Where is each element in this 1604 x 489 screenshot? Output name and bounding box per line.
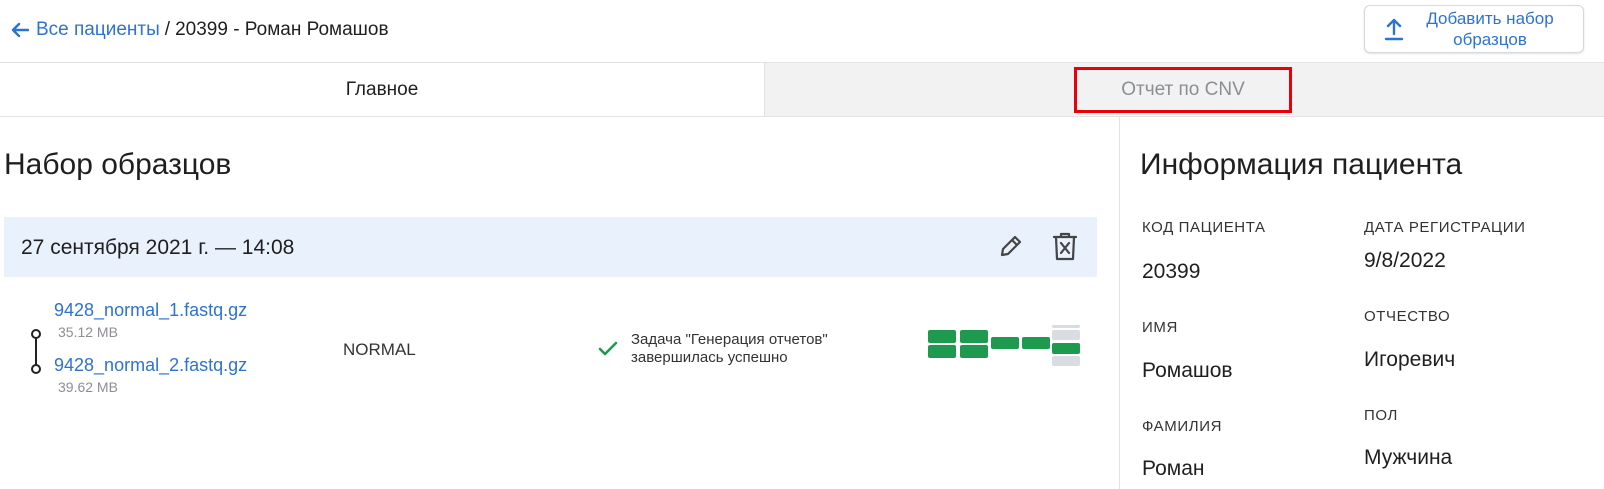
patient-info-title: Информация пациента (1140, 148, 1463, 181)
task-status: Задача "Генерация отчетов" завершилась у… (631, 331, 891, 367)
upload-icon (1384, 18, 1404, 41)
file-item: 9428_normal_2.fastq.gz 39.62 MB (54, 355, 247, 395)
file-size: 39.62 MB (58, 379, 118, 395)
patient-code-label: КОД ПАЦИЕНТА (1142, 219, 1266, 236)
tab-main-label: Главное (345, 78, 419, 100)
sample-type: NORMAL (343, 340, 416, 359)
file-size: 35.12 MB (58, 324, 118, 340)
breadcrumb: Все пациенты / 20399 - Роман Ромашов (11, 19, 389, 41)
file-item: 9428_normal_1.fastq.gz 35.12 MB (54, 300, 247, 340)
tab-cnv-report[interactable]: Отчет по CNV (765, 63, 1604, 116)
task-status-line: Задача "Генерация отчетов" (631, 331, 828, 348)
add-sample-set-button[interactable]: Добавить набор образцов (1364, 5, 1584, 53)
surname-label: ФАМИЛИЯ (1142, 418, 1223, 435)
sample-set-header: 27 сентября 2021 г. — 14:08 (4, 217, 1097, 277)
task-status-line: завершилась успешно (631, 349, 788, 366)
breadcrumb-current: 20399 - Роман Ромашов (175, 19, 389, 40)
add-sample-set-label: Добавить набор образцов (1426, 9, 1554, 49)
registration-date-label: ДАТА РЕГИСТРАЦИИ (1364, 219, 1526, 236)
patronymic-label: ОТЧЕСТВО (1364, 308, 1451, 325)
file-link[interactable]: 9428_normal_1.fastq.gz (54, 300, 247, 321)
surname-value: Роман (1142, 457, 1205, 480)
patronymic-value: Игоревич (1364, 348, 1456, 371)
breadcrumb-separator: / (164, 19, 171, 40)
samples-title: Набор образцов (4, 148, 232, 181)
pencil-icon[interactable] (998, 233, 1024, 259)
sex-label: ПОЛ (1364, 407, 1398, 424)
sample-set-date: 27 сентября 2021 г. — 14:08 (21, 236, 295, 259)
patient-code-value: 20399 (1142, 260, 1201, 283)
tab-bar: Главное Отчет по CNV (0, 62, 1604, 117)
first-name-label: ИМЯ (1142, 319, 1178, 336)
trash-icon[interactable] (1052, 231, 1078, 261)
paired-files-connector-icon (31, 329, 41, 374)
tab-cnv-report-label: Отчет по CNV (1121, 79, 1245, 100)
tab-main[interactable]: Главное (0, 63, 765, 116)
arrow-left-icon[interactable] (11, 22, 29, 38)
registration-date-value: 9/8/2022 (1364, 249, 1446, 272)
all-patients-link[interactable]: Все пациенты (36, 19, 160, 41)
file-link[interactable]: 9428_normal_2.fastq.gz (54, 355, 247, 376)
first-name-value: Ромашов (1142, 359, 1233, 382)
sex-value: Мужчина (1364, 446, 1453, 469)
check-icon (598, 341, 618, 356)
panel-divider (1119, 117, 1120, 489)
top-bar: Все пациенты / 20399 - Роман Ромашов Доб… (0, 0, 1604, 62)
pipeline-progress-icon[interactable] (928, 325, 1080, 375)
